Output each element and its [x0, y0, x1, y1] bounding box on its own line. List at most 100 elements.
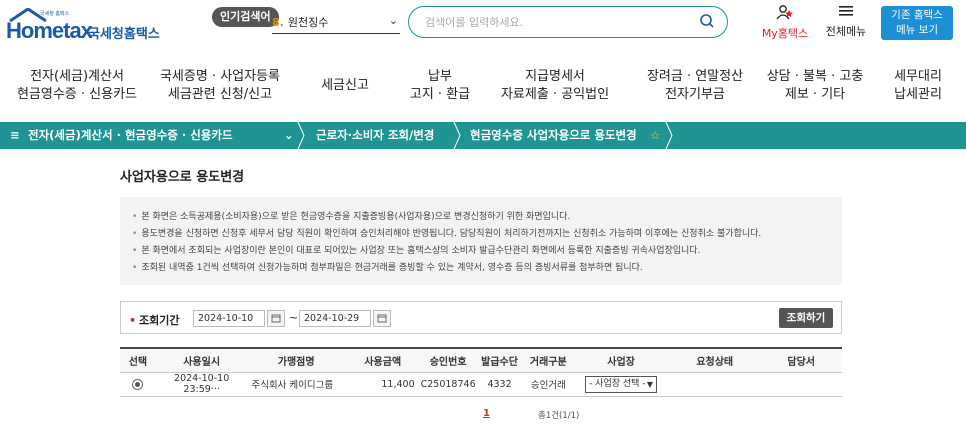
gnb-label-line1: 세무대리: [894, 69, 942, 84]
page-title: 사업자용으로 용도변경: [120, 170, 245, 185]
notice-item: 본 화면에서 조회되는 사업장이란 본인이 대표로 되어있는 사업장 또는 홈택…: [132, 243, 830, 260]
page-number-current[interactable]: 1: [483, 408, 490, 419]
row-select-cell: [120, 372, 156, 397]
period-label: • 조회기간: [129, 312, 180, 328]
workplace-select-value: - 사업장 선택 -: [589, 378, 646, 389]
row-select-radio[interactable]: [132, 378, 144, 390]
all-menu-button[interactable]: 전체메뉴: [818, 4, 874, 39]
notice-item: 본 화면은 소득공제용(소비자용)으로 받은 현금영수증을 지출증빙용(사업자용…: [132, 209, 830, 226]
date-range-separator: ~: [289, 311, 299, 324]
workplace-cell: - 사업장 선택 - ▼: [573, 372, 669, 397]
gnb-label-line1: 전자(세금)계산서: [30, 69, 124, 84]
popular-search-dropdown[interactable]: 8. 원천징수 ⌄: [272, 14, 400, 34]
gnb-item-payment-statement[interactable]: 지급명세서 자료제출 · 공익법인: [490, 68, 620, 104]
gnb-label-line1: 상담 · 불복 · 고충: [766, 69, 864, 84]
notice-item: 조회된 내역중 1건씩 선택하여 신청가능하며 첨부파일은 현금거래를 증빙할 …: [132, 260, 830, 277]
breadcrumb-level3: 현금영수증 사업자용으로 용도변경: [470, 128, 637, 142]
breadcrumb-menu-icon[interactable]: ≡: [10, 122, 20, 149]
gnb-item-tax-agent[interactable]: 세무대리 납세관리: [876, 68, 960, 104]
column-header: 승인번호: [420, 347, 476, 373]
column-header: 요청상태: [669, 347, 761, 373]
gnb-label-line2: 세금관련 신청/신고: [167, 87, 273, 102]
popular-rank: 8.: [272, 16, 284, 29]
hamburger-icon: [839, 6, 853, 16]
breadcrumb-separator-icon: [453, 122, 461, 149]
breadcrumb: ≡ 전자(세금)계산서 · 현금영수증 · 신용카드 ⌄ 근로자·소비자 조회/…: [0, 122, 966, 149]
logo-small-text: 국세청 홈택스: [40, 11, 70, 17]
gnb-label-line1: 국세증명 · 사업자등록: [159, 69, 281, 84]
user-icon: [776, 5, 793, 20]
office-cell: [760, 372, 842, 397]
amount-cell: 11,400: [344, 372, 421, 397]
column-header: 사업장: [573, 347, 669, 373]
gnb-label-line2: 납세관리: [894, 87, 942, 102]
gnb-item-incentive[interactable]: 장려금 · 연말정산 전자기부금: [630, 68, 760, 104]
period-label-text: 조회기간: [139, 314, 180, 327]
calendar-icon[interactable]: [267, 310, 285, 327]
column-header: 담당서: [760, 347, 842, 373]
workplace-select[interactable]: - 사업장 선택 - ▼: [585, 375, 658, 393]
logo-wordmark: Hometax: [6, 18, 93, 43]
trade-type-cell: 승인거래: [523, 372, 574, 397]
table-row: 2024-10-10 23:59··· 주식회사 케이디그룹 11,400 C2…: [120, 372, 842, 397]
column-header: 사용일시: [155, 347, 248, 373]
gnb-label-line1: 지급명세서: [525, 69, 585, 84]
search-filter: • 조회기간 2024-10-10 ~ 2024-10-29 조회하기: [120, 301, 842, 334]
calendar-icon[interactable]: [373, 310, 391, 327]
column-header: 가맹점명: [247, 347, 345, 373]
date-from-input[interactable]: 2024-10-10: [193, 310, 265, 327]
breadcrumb-level1[interactable]: 전자(세금)계산서 · 현금영수증 · 신용카드: [28, 122, 233, 149]
gnb-item-certificate[interactable]: 국세증명 · 사업자등록 세금관련 신청/신고: [150, 68, 290, 104]
approval-number-cell: C25018746: [420, 372, 476, 397]
chevron-down-icon: ▼: [646, 379, 654, 389]
top-header: 국세청 홈택스 Hometax 국세청홈택스 인기검색어 8.원천징수 ⌄ My…: [0, 0, 966, 52]
column-header: 사용금액: [344, 347, 421, 373]
search-input[interactable]: [425, 13, 685, 31]
breadcrumb-separator-icon: [297, 122, 305, 149]
popular-term: 원천징수: [287, 16, 329, 29]
merchant-cell: 주식회사 케이디그룹: [247, 372, 345, 397]
favorite-star-icon[interactable]: ☆: [650, 122, 660, 149]
search-icon[interactable]: [699, 13, 715, 29]
chevron-down-icon: ⌄: [388, 14, 398, 27]
issue-means-cell: 4332: [475, 372, 524, 397]
breadcrumb-level2[interactable]: 근로자·소비자 조회/변경: [316, 122, 434, 149]
gnb-item-payment[interactable]: 납부 고지 · 환급: [390, 68, 490, 104]
gnb-item-tax-return[interactable]: 세금신고: [305, 77, 385, 95]
gnb-item-e-invoice[interactable]: 전자(세금)계산서 현금영수증 · 신용카드: [4, 68, 150, 104]
required-mark: •: [129, 314, 137, 327]
gnb-label-line1: 장려금 · 연말정산: [646, 69, 744, 84]
breadcrumb-separator-icon: [665, 122, 673, 149]
gnb-label-line2: 현금영수증 · 신용카드: [16, 87, 138, 102]
logo-korean-text: 국세청홈택스: [88, 27, 160, 42]
status-cell: [669, 372, 761, 397]
gnb-label-line2: 전자기부금: [665, 87, 725, 102]
date-to-input[interactable]: 2024-10-29: [299, 310, 371, 327]
old-hometax-menu-button[interactable]: 기존 홈택스 메뉴 보기: [881, 6, 953, 40]
column-header: 선택: [120, 347, 156, 373]
column-header: 거래구분: [523, 347, 574, 373]
notice-box: 본 화면은 소득공제용(소비자용)으로 받은 현금영수증을 지출증빙용(사업자용…: [120, 197, 842, 285]
datetime-cell: 2024-10-10 23:59···: [155, 372, 248, 397]
column-header: 발급수단: [475, 347, 524, 373]
hometax-logo[interactable]: 국세청 홈택스 Hometax 국세청홈택스: [6, 8, 166, 43]
result-count: 총1건(1/1): [538, 411, 580, 421]
gnb-label-line2: 제보 · 기타: [784, 87, 846, 102]
popular-search-badge: 인기검색어: [212, 7, 279, 27]
results-table: 선택 사용일시 가맹점명 사용금액 승인번호 발급수단 거래구분 사업장 요청상…: [120, 347, 842, 397]
chevron-down-icon[interactable]: ⌄: [284, 122, 294, 149]
old-hometax-line2: 메뉴 보기: [896, 24, 938, 36]
my-hometax-button[interactable]: My홈택스: [760, 4, 810, 41]
my-hometax-label: My홈택스: [761, 27, 809, 40]
old-hometax-line1: 기존 홈택스: [891, 9, 943, 21]
main-navigation: 전자(세금)계산서 현금영수증 · 신용카드 국세증명 · 사업자등록 세금관련…: [0, 60, 966, 120]
gnb-label-line2: 고지 · 환급: [409, 87, 471, 102]
all-menu-label: 전체메뉴: [825, 25, 867, 38]
gnb-label-line2: 자료제출 · 공익법인: [500, 87, 610, 102]
table-header-row: 선택 사용일시 가맹점명 사용금액 승인번호 발급수단 거래구분 사업장 요청상…: [120, 347, 842, 373]
search-box: [408, 6, 728, 38]
gnb-label-line1: 세금신고: [321, 78, 369, 93]
query-button[interactable]: 조회하기: [779, 308, 833, 328]
gnb-item-consultation[interactable]: 상담 · 불복 · 고충 제보 · 기타: [760, 68, 870, 104]
gnb-label-line1: 납부: [428, 69, 452, 84]
